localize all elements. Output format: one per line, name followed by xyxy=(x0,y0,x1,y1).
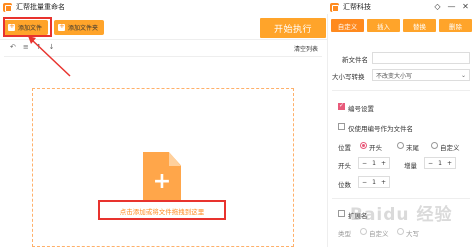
numbering-label: 编号设置 xyxy=(348,105,374,113)
minus-icon[interactable]: − xyxy=(362,179,367,186)
diamond-icon[interactable]: ◇ xyxy=(433,3,442,12)
case-select-value: 不改变大小写 xyxy=(376,72,413,80)
type-radio-upper[interactable] xyxy=(397,228,404,235)
add-folder-label: 添加文件夹 xyxy=(68,25,99,32)
window-title: 汇帮批量重命名 xyxy=(16,3,65,11)
only-number-label: 仅使用编号作为文件名 xyxy=(348,125,413,133)
numbering-checkbox[interactable] xyxy=(338,102,345,110)
plus-icon: + xyxy=(152,168,172,194)
tab-custom[interactable]: 自定义 xyxy=(331,19,364,32)
position-option-custom: 自定义 xyxy=(440,144,460,152)
clear-list-button[interactable]: 清空列表 xyxy=(294,44,318,53)
minus-icon[interactable]: − xyxy=(362,160,367,167)
side-titlebar: 汇帮科技 ◇ — ✕ xyxy=(327,0,474,14)
plus-icon[interactable]: + xyxy=(381,179,386,186)
digits-stepper[interactable]: − 1 + xyxy=(358,176,390,188)
position-option-start: 开头 xyxy=(369,144,382,152)
list-subbar: ↶ ≡ ↑ ↓ 清空列表 xyxy=(0,40,327,54)
list-icon[interactable]: ≡ xyxy=(23,43,29,51)
only-number-checkbox[interactable] xyxy=(338,123,345,130)
start-execute-button[interactable]: 开始执行 xyxy=(260,18,326,38)
case-select[interactable]: 不改变大小写 ⌄ xyxy=(372,69,470,81)
new-name-label: 新文件名 xyxy=(342,56,368,64)
position-radio-custom[interactable] xyxy=(431,142,438,149)
plus-icon[interactable]: + xyxy=(447,160,452,167)
move-up-icon[interactable]: ↑ xyxy=(36,43,42,51)
main-titlebar: 汇帮批量重命名 xyxy=(0,0,327,14)
digits-label: 位数 xyxy=(338,181,351,189)
watermark: Baidu 经验 xyxy=(350,205,453,225)
move-down-icon[interactable]: ↓ xyxy=(49,43,55,51)
type-option-custom: 自定义 xyxy=(369,230,389,238)
minimize-button[interactable]: — xyxy=(447,3,456,12)
brand-title: 汇帮科技 xyxy=(343,3,371,11)
type-radio-custom[interactable] xyxy=(360,228,367,235)
start-value: 1 xyxy=(372,159,376,167)
increment-label: 增量 xyxy=(404,162,417,170)
add-folder-icon xyxy=(58,22,65,31)
start-label: 开头 xyxy=(338,162,351,170)
tab-insert[interactable]: 插入 xyxy=(367,19,400,32)
divider xyxy=(4,56,322,57)
type-option-upper: 大写 xyxy=(406,230,419,238)
plus-icon[interactable]: + xyxy=(381,160,386,167)
minus-icon[interactable]: − xyxy=(428,160,433,167)
brand-logo-icon xyxy=(330,2,339,12)
separator xyxy=(332,90,470,91)
undo-icon[interactable]: ↶ xyxy=(10,43,16,51)
position-option-end: 末尾 xyxy=(406,144,419,152)
chevron-down-icon: ⌄ xyxy=(460,72,466,79)
case-label: 大小写转换 xyxy=(332,73,365,81)
extension-checkbox[interactable] xyxy=(338,210,345,217)
separator xyxy=(332,198,470,199)
add-file-highlight xyxy=(3,17,52,37)
start-stepper[interactable]: − 1 + xyxy=(358,157,390,169)
increment-stepper[interactable]: − 1 + xyxy=(424,157,456,169)
position-radio-end[interactable] xyxy=(397,142,404,149)
digits-value: 1 xyxy=(372,178,376,186)
tab-replace[interactable]: 替换 xyxy=(403,19,436,32)
tab-bar: 自定义 插入 替换 删除 xyxy=(331,19,472,32)
position-radio-start[interactable] xyxy=(360,142,367,149)
tab-delete[interactable]: 删除 xyxy=(439,19,472,32)
new-name-input[interactable] xyxy=(372,52,470,64)
drop-hint-text[interactable]: 点击添加或将文件拖拽到这里 xyxy=(98,206,226,216)
position-label: 位置 xyxy=(338,144,351,152)
type-label: 类型 xyxy=(338,230,351,238)
app-logo-icon xyxy=(3,2,12,12)
close-button[interactable]: ✕ xyxy=(461,3,470,12)
add-folder-button[interactable]: 添加文件夹 xyxy=(54,20,104,35)
increment-value: 1 xyxy=(438,159,442,167)
